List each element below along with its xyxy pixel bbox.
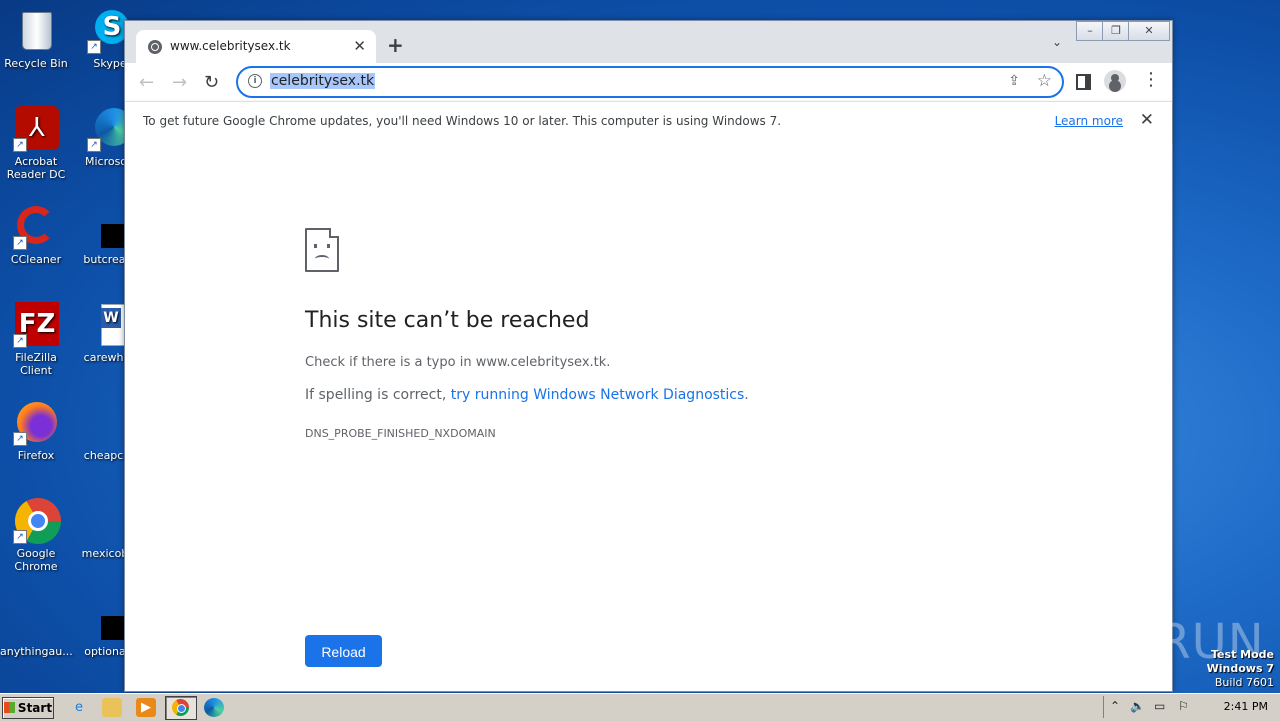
forward-button[interactable]: → bbox=[172, 72, 187, 93]
clock[interactable]: 2:41 PM bbox=[1224, 700, 1268, 713]
desktop-icon-label: Acrobat Reader DC bbox=[6, 155, 66, 181]
address-bar[interactable]: i celebritysex.tk ⇪ ☆ bbox=[236, 66, 1064, 98]
build-line: Build 7601 bbox=[1214, 676, 1274, 689]
error-check-text: Check if there is a typo in www.celebrit… bbox=[305, 355, 611, 370]
kebab-menu-icon[interactable]: ⋮ bbox=[1142, 71, 1160, 89]
tab-title: www.celebritysex.tk bbox=[170, 39, 291, 53]
tab-active[interactable]: www.celebritysex.tk ✕ bbox=[136, 30, 376, 63]
volume-icon[interactable]: 🔈 bbox=[1130, 699, 1145, 713]
desktop-icon-label: FileZilla Client bbox=[15, 351, 57, 377]
windows-version-line: Windows 7 bbox=[1206, 662, 1274, 675]
infobar-message: To get future Google Chrome updates, you… bbox=[143, 114, 782, 128]
desktop-icon-acrobat[interactable]: ⅄ ↗ Acrobat Reader DC bbox=[0, 106, 72, 181]
learn-more-link[interactable]: Learn more bbox=[1055, 114, 1123, 128]
error-page: This site can’t be reached Check if ther… bbox=[125, 142, 1172, 691]
explorer-folder-icon[interactable] bbox=[102, 698, 122, 717]
bookmark-star-icon[interactable]: ☆ bbox=[1037, 71, 1052, 91]
reload-toolbar-button[interactable]: ↻ bbox=[204, 72, 219, 93]
desktop-icon-label: Google Chrome bbox=[14, 547, 58, 573]
firefox-icon: ↗ bbox=[13, 400, 59, 446]
chrome-window: www.celebritysex.tk ✕ + ⌄ – ❐ ✕ ← → ↻ i … bbox=[124, 20, 1173, 692]
back-button[interactable]: ← bbox=[139, 72, 154, 93]
shortcut-arrow-icon: ↗ bbox=[87, 40, 101, 54]
desktop-icon-firefox[interactable]: ↗ Firefox bbox=[0, 400, 72, 462]
shortcut-arrow-icon: ↗ bbox=[13, 138, 27, 152]
system-tray: ⌃ 🔈 ▭ ⚐ 2:41 PM bbox=[1103, 696, 1280, 718]
desktop-icon-label: Firefox bbox=[17, 449, 55, 462]
taskbar: Start e ▶ ⌃ 🔈 ▭ ⚐ 2:41 PM bbox=[0, 693, 1280, 721]
test-mode-line: Test Mode bbox=[1211, 648, 1274, 661]
tab-strip: www.celebritysex.tk ✕ + ⌄ – ❐ ✕ bbox=[125, 21, 1172, 63]
start-label: Start bbox=[17, 701, 53, 715]
network-icon[interactable]: ▭ bbox=[1154, 699, 1165, 713]
chrome-taskbar-center bbox=[177, 704, 186, 713]
file-icon bbox=[13, 596, 59, 642]
close-window-button[interactable]: ✕ bbox=[1128, 21, 1170, 41]
desktop-icon-anythingau[interactable]: anythingau... bbox=[0, 596, 73, 658]
filezilla-icon: FZ ↗ bbox=[13, 302, 59, 348]
windows-flag-icon bbox=[3, 702, 15, 713]
spelling-prefix: If spelling is correct, bbox=[305, 387, 451, 403]
shortcut-arrow-icon: ↗ bbox=[87, 138, 101, 152]
shortcut-arrow-icon: ↗ bbox=[13, 236, 27, 250]
ccleaner-icon: ↗ bbox=[13, 204, 59, 250]
url-text: celebritysex.tk bbox=[270, 73, 376, 89]
shortcut-arrow-icon: ↗ bbox=[13, 432, 27, 446]
error-spelling-text: If spelling is correct, try running Wind… bbox=[305, 387, 749, 403]
error-title: This site can’t be reached bbox=[305, 308, 590, 333]
globe-icon bbox=[148, 40, 162, 54]
desktop-icon-label: CCleaner bbox=[10, 253, 62, 266]
desktop-icon-label: anythingau... bbox=[0, 645, 73, 658]
action-center-flag-icon[interactable]: ⚐ bbox=[1178, 699, 1189, 713]
tray-expand-icon[interactable]: ⌃ bbox=[1110, 699, 1120, 713]
sad-document-icon bbox=[305, 228, 339, 272]
side-panel-icon[interactable] bbox=[1076, 74, 1091, 90]
desktop-icon-recycle-bin[interactable]: Recycle Bin bbox=[0, 8, 72, 70]
media-player-icon[interactable]: ▶ bbox=[136, 698, 156, 717]
tab-search-chevron-icon[interactable]: ⌄ bbox=[1052, 35, 1062, 49]
taskbar-chrome-button[interactable] bbox=[165, 696, 197, 720]
update-infobar: To get future Google Chrome updates, you… bbox=[125, 101, 1172, 143]
chrome-icon: ↗ bbox=[13, 498, 61, 544]
acrobat-icon: ⅄ ↗ bbox=[13, 106, 59, 152]
desktop-icon-ccleaner[interactable]: ↗ CCleaner bbox=[0, 204, 72, 266]
infobar-close-icon[interactable]: ✕ bbox=[1140, 110, 1154, 130]
desktop-icon-chrome[interactable]: ↗ Google Chrome bbox=[0, 498, 72, 573]
shortcut-arrow-icon: ↗ bbox=[13, 334, 27, 348]
start-button[interactable]: Start bbox=[2, 697, 54, 719]
share-icon[interactable]: ⇪ bbox=[1008, 73, 1020, 89]
network-diagnostics-link[interactable]: try running Windows Network Diagnostics bbox=[451, 387, 745, 403]
ie-icon[interactable]: e bbox=[69, 698, 89, 717]
new-tab-button[interactable]: + bbox=[387, 33, 404, 57]
edge-taskbar-icon[interactable] bbox=[204, 698, 224, 717]
reload-button[interactable]: Reload bbox=[305, 635, 382, 667]
restore-button[interactable]: ❐ bbox=[1102, 21, 1130, 41]
recycle-bin-icon bbox=[13, 8, 59, 54]
toolbar: ← → ↻ i celebritysex.tk ⇪ ☆ ⋮ bbox=[125, 63, 1172, 101]
minimize-button[interactable]: – bbox=[1076, 21, 1104, 41]
desktop-icon-filezilla[interactable]: FZ ↗ FileZilla Client bbox=[0, 302, 72, 377]
error-code: DNS_PROBE_FINISHED_NXDOMAIN bbox=[305, 427, 496, 440]
info-icon[interactable]: i bbox=[248, 74, 262, 88]
desktop-icon-label: Recycle Bin bbox=[4, 57, 68, 70]
spelling-suffix: . bbox=[744, 387, 749, 403]
profile-avatar-icon[interactable] bbox=[1104, 70, 1126, 92]
test-mode-badge: Test Mode Windows 7 Build 7601 bbox=[1207, 648, 1274, 690]
shortcut-arrow-icon: ↗ bbox=[13, 530, 27, 544]
tab-close-icon[interactable]: ✕ bbox=[353, 37, 366, 55]
